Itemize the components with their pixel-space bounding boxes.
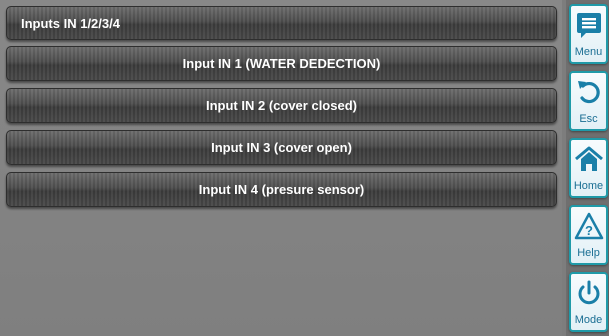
- help-button[interactable]: ? Help: [569, 205, 608, 265]
- page-title: Inputs IN 1/2/3/4: [21, 15, 120, 31]
- input-in3-label: Input IN 3 (cover open): [211, 140, 352, 155]
- esc-button-label: Esc: [579, 113, 598, 125]
- input-in3-button[interactable]: Input IN 3 (cover open): [6, 130, 557, 165]
- input-in2-button[interactable]: Input IN 2 (cover closed): [6, 88, 557, 123]
- help-button-label: Help: [577, 247, 600, 259]
- home-button-label: Home: [573, 180, 604, 192]
- menu-button[interactable]: Menu: [569, 4, 608, 64]
- mode-button-label: Mode: [574, 314, 603, 326]
- page-title-bar: Inputs IN 1/2/3/4: [6, 6, 557, 40]
- input-in4-button[interactable]: Input IN 4 (presure sensor): [6, 172, 557, 207]
- svg-text:?: ?: [585, 223, 593, 238]
- menu-icon: [571, 10, 606, 40]
- input-in1-label: Input IN 1 (WATER DEDECTION): [182, 56, 381, 71]
- mode-button[interactable]: Mode: [569, 272, 608, 332]
- sidebar: Menu Esc Home ? Help Mode: [566, 0, 609, 336]
- power-icon: [571, 278, 606, 308]
- input-in1-button[interactable]: Input IN 1 (WATER DEDECTION): [6, 46, 557, 81]
- undo-icon: [571, 77, 606, 107]
- input-in2-label: Input IN 2 (cover closed): [206, 98, 357, 113]
- home-icon: [571, 144, 606, 174]
- esc-button[interactable]: Esc: [569, 71, 608, 131]
- home-button[interactable]: Home: [569, 138, 608, 198]
- warning-help-icon: ?: [571, 211, 606, 241]
- menu-button-label: Menu: [574, 46, 603, 58]
- input-in4-label: Input IN 4 (presure sensor): [198, 182, 365, 197]
- main-panel: Inputs IN 1/2/3/4 Input IN 1 (WATER DEDE…: [0, 0, 562, 336]
